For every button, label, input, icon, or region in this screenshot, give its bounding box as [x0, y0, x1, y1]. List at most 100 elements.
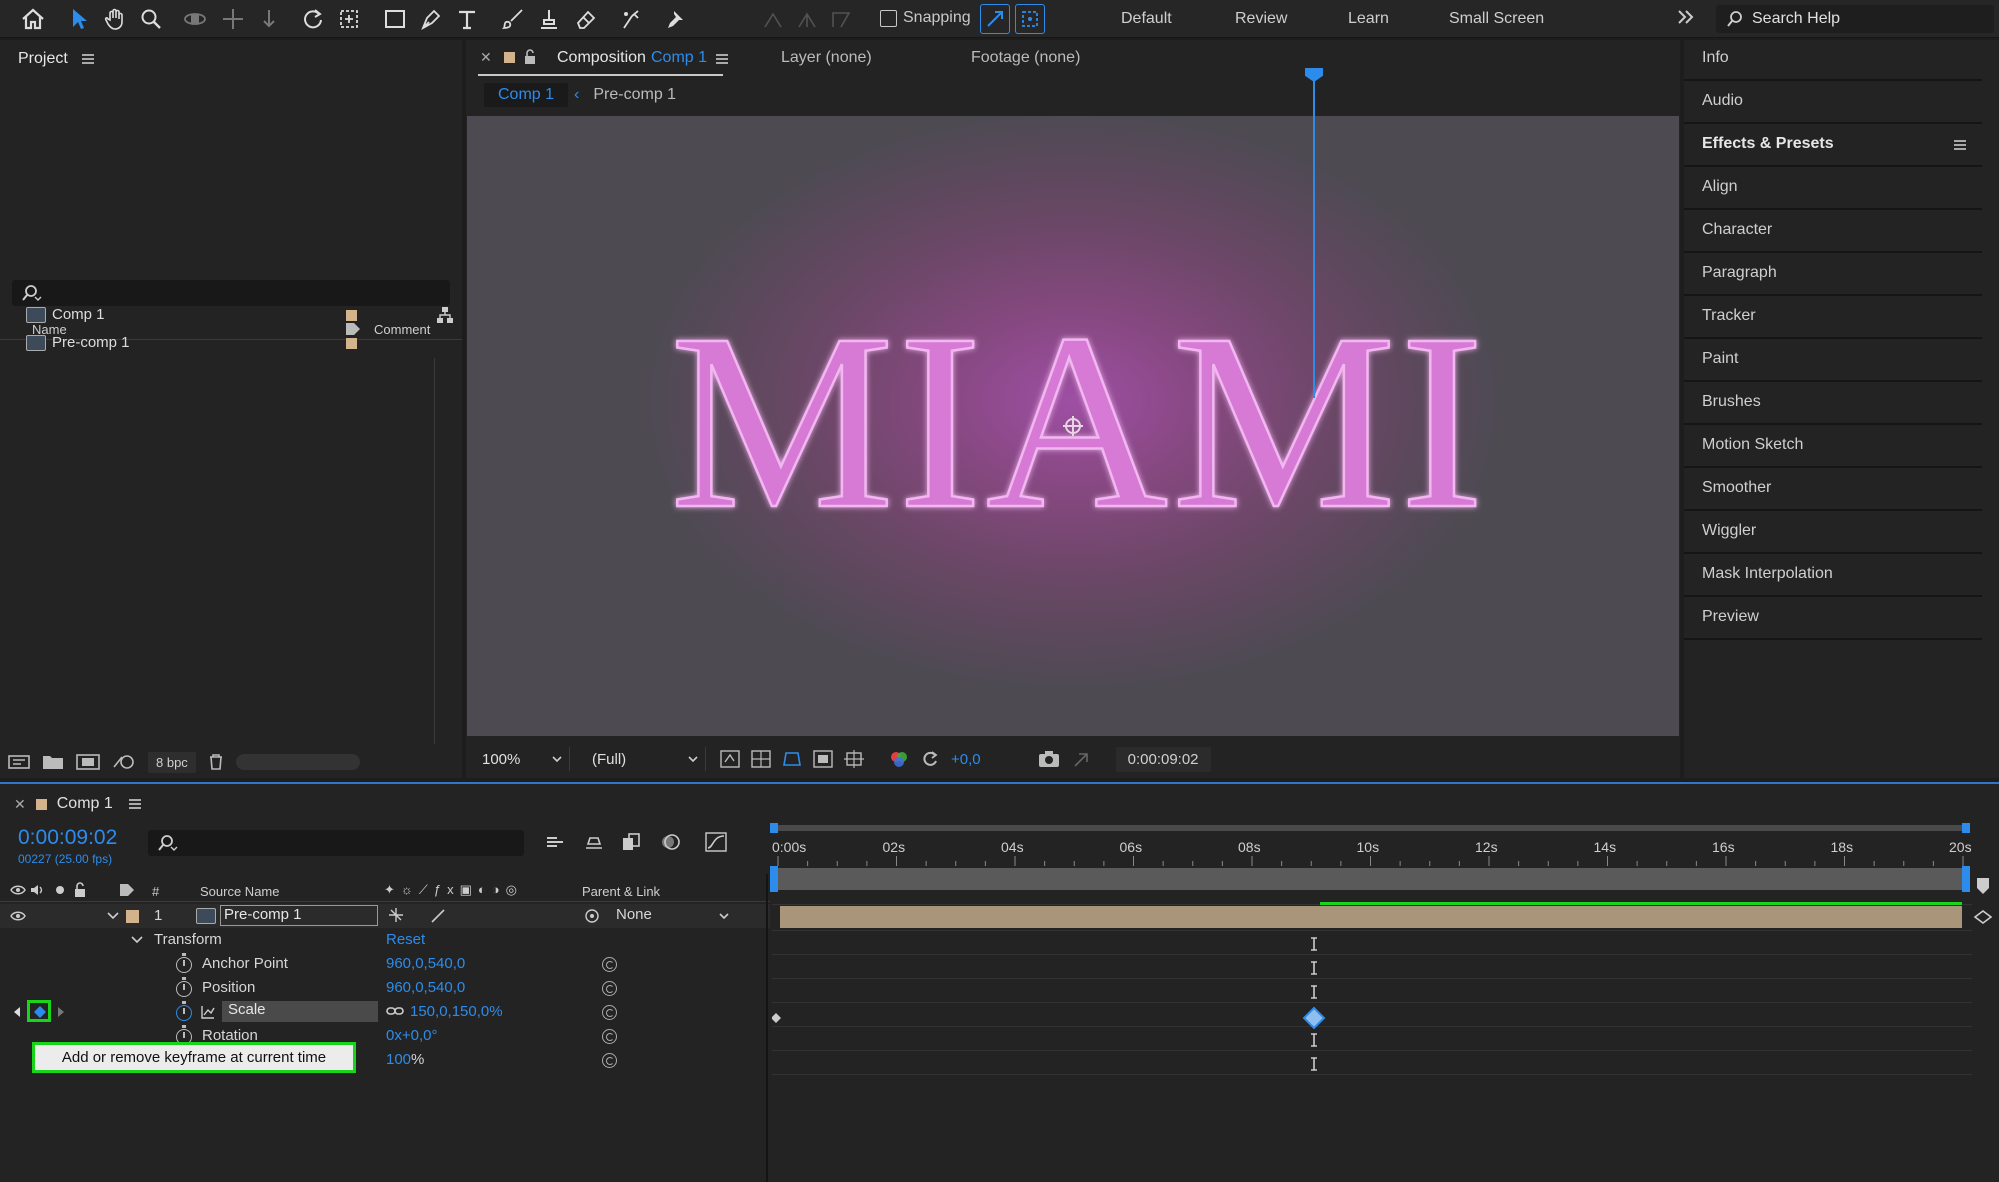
- previous-keyframe-icon[interactable]: [12, 1005, 22, 1019]
- panel-wiggler[interactable]: Wiggler: [1684, 513, 1982, 554]
- property-value[interactable]: 960,0,540,0: [386, 955, 465, 972]
- work-area-end-handle[interactable]: [1962, 866, 1970, 892]
- grid-guides-icon[interactable]: [844, 750, 864, 768]
- quality-switch-icon[interactable]: [430, 908, 446, 924]
- mask-visibility-icon[interactable]: [782, 750, 802, 768]
- zoom-tool-icon[interactable]: [136, 4, 166, 34]
- collapse-chevron-icon[interactable]: [106, 909, 120, 923]
- transparency-grid-icon[interactable]: [751, 750, 771, 768]
- type-tool-icon[interactable]: [452, 4, 482, 34]
- property-value-group[interactable]: 100%: [386, 1051, 424, 1068]
- color-channels-icon[interactable]: [889, 750, 909, 768]
- selection-tool-icon[interactable]: [64, 4, 94, 34]
- panel-character[interactable]: Character: [1684, 212, 1982, 253]
- roto-brush-icon[interactable]: [616, 4, 646, 34]
- property-value[interactable]: 0x+0,0°: [386, 1027, 437, 1044]
- home-icon[interactable]: [18, 4, 48, 34]
- layer-label-swatch[interactable]: [126, 910, 139, 923]
- snapping-toggle[interactable]: Snapping: [880, 9, 971, 27]
- current-timecode[interactable]: 0:00:09:02: [18, 826, 117, 850]
- project-item-pre-comp-1[interactable]: Pre-comp 1: [0, 330, 462, 356]
- property-value[interactable]: 100: [386, 1051, 411, 1068]
- project-scrollbar[interactable]: [235, 754, 360, 770]
- video-eye-icon[interactable]: [10, 910, 26, 922]
- property-row-scale[interactable]: Scale 150,0,150,0%: [0, 1000, 770, 1024]
- frame-blending-icon[interactable]: [621, 832, 643, 852]
- rectangle-tool-icon[interactable]: [380, 4, 410, 34]
- snap-features-icon[interactable]: [1015, 4, 1045, 34]
- project-item-comp-1[interactable]: Comp 1: [0, 302, 462, 328]
- timeline-search-input[interactable]: [148, 830, 524, 856]
- pan-camera-icon[interactable]: [218, 4, 248, 34]
- panel-brushes[interactable]: Brushes: [1684, 384, 1982, 425]
- next-keyframe-icon[interactable]: [56, 1005, 66, 1019]
- work-area-start-handle[interactable]: [770, 866, 778, 892]
- snapshot-icon[interactable]: [1038, 750, 1060, 768]
- work-area-bar[interactable]: [772, 868, 1966, 890]
- resolution-dropdown[interactable]: (Full): [584, 747, 706, 771]
- viewer-timecode[interactable]: 0:00:09:02: [1115, 746, 1211, 772]
- current-time-indicator-line[interactable]: [1313, 75, 1315, 398]
- label-column-icon[interactable]: [118, 882, 136, 898]
- effects-menu-icon[interactable]: [1954, 140, 1966, 150]
- collapse-chevron-icon[interactable]: [130, 933, 144, 947]
- parent-dropdown[interactable]: None: [612, 905, 736, 927]
- panel-info[interactable]: Info: [1684, 40, 1982, 81]
- graph-editor-icon[interactable]: [705, 832, 727, 852]
- tab-footage[interactable]: Footage (none): [971, 49, 1080, 67]
- transform-group-row[interactable]: Transform Reset: [0, 928, 770, 952]
- graph-icon[interactable]: [200, 1004, 216, 1020]
- motion-blur-icon[interactable]: [659, 832, 681, 852]
- brush-tool-icon[interactable]: [498, 4, 528, 34]
- panel-tracker[interactable]: Tracker: [1684, 298, 1982, 339]
- reset-exposure-icon[interactable]: [920, 750, 940, 768]
- stopwatch-active-icon[interactable]: [176, 1001, 192, 1021]
- delete-icon[interactable]: [208, 753, 224, 771]
- solo-dot-icon[interactable]: [56, 886, 64, 894]
- panel-effects-presets[interactable]: Effects & Presets: [1684, 126, 1982, 167]
- expression-pickwhip-icon[interactable]: [602, 1053, 617, 1068]
- lock-icon[interactable]: [74, 882, 86, 898]
- comp-marker-bin-icon[interactable]: [1975, 876, 1991, 896]
- more-workspaces-icon[interactable]: [1676, 6, 1696, 28]
- constrain-proportions-icon[interactable]: [386, 1004, 404, 1018]
- align-axis-icon[interactable]: [758, 4, 788, 34]
- project-panel-title[interactable]: Project: [18, 50, 68, 68]
- panel-preview[interactable]: Preview: [1684, 599, 1982, 640]
- panel-align[interactable]: Align: [1684, 169, 1982, 210]
- audio-speaker-icon[interactable]: [30, 883, 46, 897]
- project-settings-icon[interactable]: [112, 753, 136, 771]
- composition-viewer[interactable]: MIAMI: [467, 116, 1679, 736]
- search-help-field[interactable]: Search Help: [1716, 5, 1994, 33]
- workspace-small-screen[interactable]: Small Screen: [1449, 10, 1544, 28]
- label-color-swatch[interactable]: [346, 338, 357, 349]
- property-row-anchor-point[interactable]: Anchor Point 960,0,540,0: [0, 952, 770, 976]
- hand-tool-icon[interactable]: [100, 4, 130, 34]
- world-axis-icon[interactable]: [792, 4, 822, 34]
- keyframe-start-diamond[interactable]: [772, 1013, 781, 1023]
- workspace-review[interactable]: Review: [1235, 10, 1287, 28]
- pan-behind-icon[interactable]: [334, 4, 364, 34]
- collapse-transform-switch-icon[interactable]: [388, 907, 404, 923]
- property-value[interactable]: 150,0,150,0%: [410, 1003, 503, 1020]
- nav-comp-1[interactable]: Comp 1: [484, 83, 569, 107]
- region-of-interest-icon[interactable]: [813, 750, 833, 768]
- panel-paragraph[interactable]: Paragraph: [1684, 255, 1982, 296]
- video-eye-icon[interactable]: [10, 884, 26, 896]
- composition-tab-name[interactable]: Comp 1: [651, 49, 707, 67]
- pen-tool-icon[interactable]: [416, 4, 446, 34]
- property-row-position[interactable]: Position 960,0,540,0: [0, 976, 770, 1000]
- column-source-name[interactable]: Source Name: [200, 884, 279, 899]
- show-snapshot-icon[interactable]: [1071, 750, 1091, 768]
- keyframe-tracks[interactable]: [772, 898, 1972, 1182]
- composition-tab-label[interactable]: Composition: [557, 49, 646, 67]
- panel-paint[interactable]: Paint: [1684, 341, 1982, 382]
- expression-pickwhip-icon[interactable]: [602, 981, 617, 996]
- keyframe-current-diamond[interactable]: [1302, 1006, 1326, 1030]
- panel-smoother[interactable]: Smoother: [1684, 470, 1982, 511]
- view-axis-icon[interactable]: [826, 4, 856, 34]
- panel-motion-sketch[interactable]: Motion Sketch: [1684, 427, 1982, 468]
- expression-pickwhip-icon[interactable]: [602, 1005, 617, 1020]
- time-navigator-end-handle[interactable]: [1962, 823, 1970, 833]
- stopwatch-icon[interactable]: [176, 977, 192, 997]
